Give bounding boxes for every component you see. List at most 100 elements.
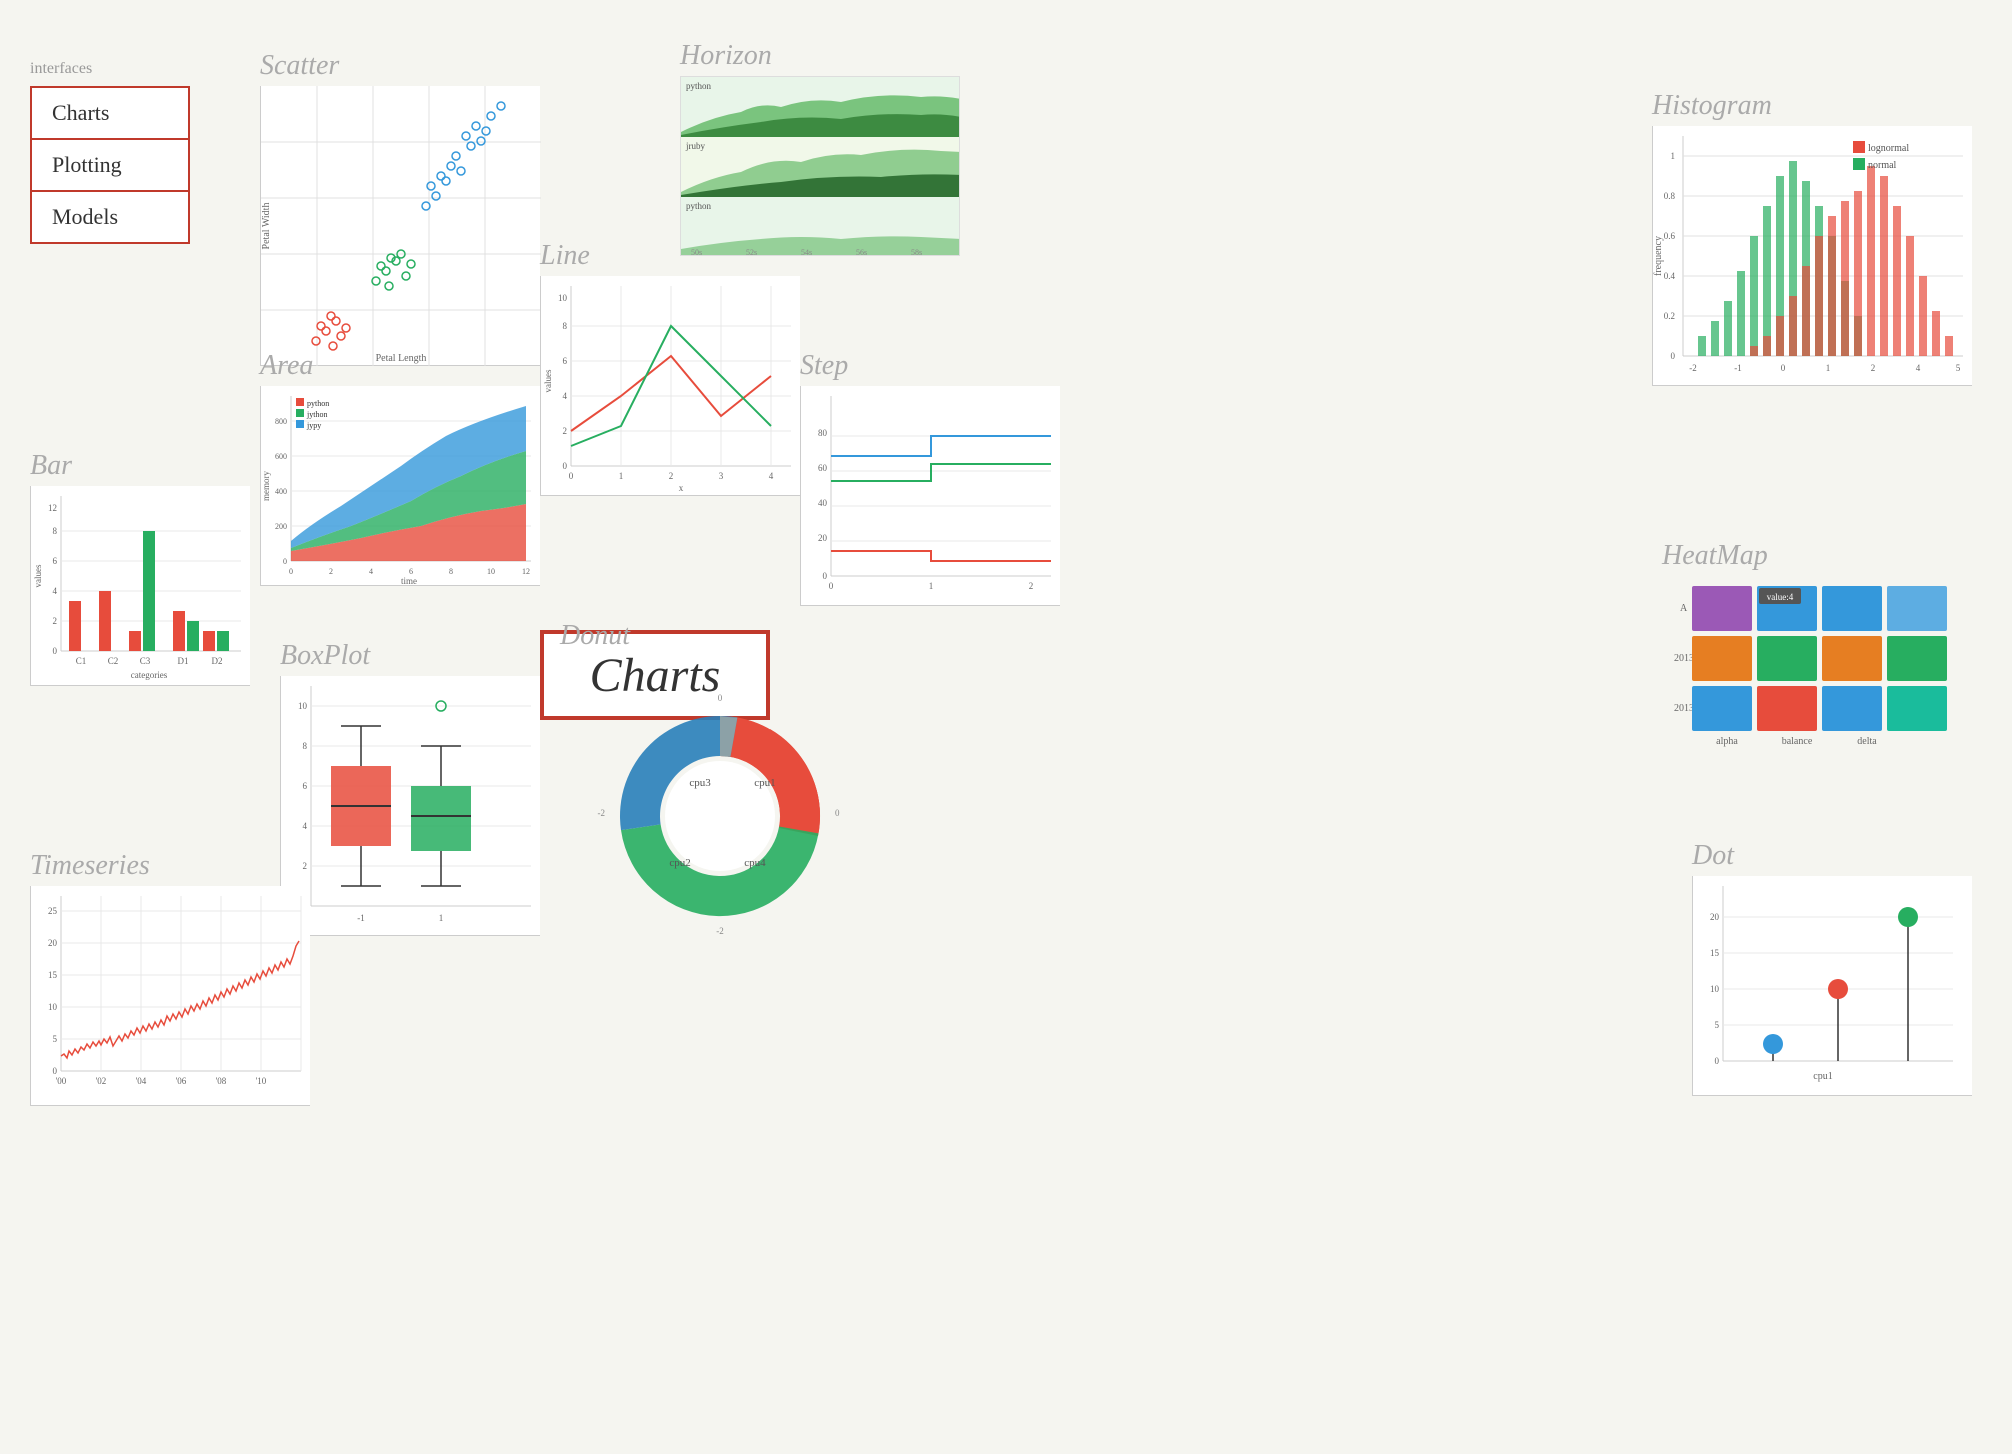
svg-text:'04: '04: [136, 1076, 147, 1086]
svg-text:-2: -2: [1689, 363, 1697, 373]
svg-text:2: 2: [1029, 581, 1034, 591]
svg-text:jypy: jypy: [306, 421, 321, 430]
svg-text:10: 10: [487, 567, 495, 576]
heatmap-title: HeatMap: [1662, 540, 1972, 572]
boxplot-section: BoxPlot: [280, 640, 540, 936]
svg-text:0: 0: [835, 808, 840, 818]
svg-text:1: 1: [929, 581, 934, 591]
svg-text:15: 15: [1710, 948, 1720, 958]
svg-text:4: 4: [53, 586, 58, 596]
svg-text:5: 5: [53, 1034, 58, 1044]
svg-text:alpha: alpha: [1716, 736, 1738, 747]
svg-text:6: 6: [53, 556, 58, 566]
svg-text:0: 0: [53, 1066, 58, 1076]
svg-text:2: 2: [669, 471, 674, 481]
svg-text:2: 2: [1871, 363, 1876, 373]
area-section: Area python jython jypy 0 200 400: [260, 350, 540, 586]
svg-text:cpu1: cpu1: [1813, 1071, 1832, 1082]
nav-item-models[interactable]: Models: [32, 192, 188, 242]
svg-text:python: python: [686, 201, 712, 211]
svg-text:10: 10: [48, 1002, 58, 1012]
svg-text:cpu1: cpu1: [754, 777, 775, 789]
svg-text:'02: '02: [96, 1076, 107, 1086]
svg-text:4: 4: [369, 567, 373, 576]
svg-text:12: 12: [48, 503, 57, 513]
svg-text:1: 1: [1826, 363, 1831, 373]
svg-text:5: 5: [1956, 363, 1961, 373]
svg-text:1: 1: [439, 913, 444, 923]
svg-text:frequency: frequency: [1653, 236, 1664, 276]
svg-text:'10: '10: [256, 1076, 267, 1086]
svg-text:python: python: [686, 81, 712, 91]
svg-text:8: 8: [303, 741, 308, 751]
svg-text:54s: 54s: [801, 248, 812, 256]
svg-text:'08: '08: [216, 1076, 227, 1086]
svg-text:C3: C3: [140, 656, 151, 666]
svg-text:56s: 56s: [856, 248, 867, 256]
step-section: Step 0 20 40 60 80 0 1 2: [800, 350, 1060, 606]
histogram-chart: 0 0.2 0.4 0.6 0.8 1 frequency -2 -1 0 1 …: [1652, 126, 1972, 386]
svg-text:10: 10: [558, 293, 568, 303]
svg-text:0: 0: [823, 571, 828, 581]
svg-text:x: x: [679, 483, 684, 493]
dot-section: Dot 0 5 10 15 20 cpu1: [1692, 840, 1972, 1096]
histogram-title: Histogram: [1652, 90, 1972, 122]
svg-text:40: 40: [818, 498, 828, 508]
svg-text:0.4: 0.4: [1664, 271, 1676, 281]
svg-text:value:4: value:4: [1767, 592, 1794, 602]
donut-chart: cpu1 cpu4 cpu2 cpu3 0 0 -2 -2: [560, 656, 880, 976]
donut-title: Donut: [560, 620, 880, 652]
svg-text:20: 20: [1710, 912, 1720, 922]
svg-text:0: 0: [283, 557, 287, 566]
nav-box: Charts Plotting Models: [30, 86, 190, 244]
svg-text:2013: 2013: [1674, 703, 1694, 714]
svg-text:4: 4: [769, 471, 774, 481]
svg-text:8: 8: [563, 321, 568, 331]
timeseries-chart: 0 5 10 15 20 25 '00 '02 '04 '06 '08 '10: [30, 886, 310, 1106]
svg-text:0: 0: [1671, 351, 1676, 361]
svg-text:jython: jython: [306, 410, 327, 419]
area-title: Area: [260, 350, 540, 382]
svg-text:15: 15: [48, 970, 58, 980]
svg-text:6: 6: [563, 356, 568, 366]
svg-text:5: 5: [1715, 1020, 1720, 1030]
svg-text:delta: delta: [1857, 736, 1877, 747]
svg-text:200: 200: [275, 522, 287, 531]
heatmap-container: A 2013 2013 alpha balance delta value:4: [1662, 576, 1972, 796]
svg-text:cpu2: cpu2: [669, 857, 690, 869]
svg-text:58s: 58s: [911, 248, 922, 256]
svg-text:memory: memory: [261, 471, 271, 501]
svg-text:0.6: 0.6: [1664, 231, 1676, 241]
nav-item-plotting[interactable]: Plotting: [32, 140, 188, 192]
interfaces-label: interfaces: [30, 60, 190, 78]
svg-text:20: 20: [818, 533, 828, 543]
svg-text:python: python: [307, 399, 329, 408]
svg-text:cpu3: cpu3: [689, 777, 711, 789]
svg-text:2: 2: [563, 426, 568, 436]
horizon-chart: python jruby python 50s 52s 54s 56s 58s: [680, 76, 960, 256]
scatter-section: Scatter: [260, 50, 540, 366]
heatmap-svg: A 2013 2013 alpha balance delta value:4: [1662, 576, 1972, 776]
svg-text:6: 6: [409, 567, 413, 576]
svg-text:1: 1: [619, 471, 624, 481]
nav-item-charts[interactable]: Charts: [32, 88, 188, 140]
histogram-section: Histogram: [1652, 90, 1972, 386]
svg-text:0: 0: [563, 461, 568, 471]
svg-text:0: 0: [289, 567, 293, 576]
svg-text:800: 800: [275, 417, 287, 426]
svg-text:-1: -1: [1734, 363, 1742, 373]
svg-text:C2: C2: [108, 656, 119, 666]
svg-text:normal: normal: [1868, 160, 1897, 171]
svg-text:categories: categories: [131, 670, 168, 680]
svg-text:-2: -2: [598, 808, 606, 818]
svg-text:time: time: [401, 576, 417, 586]
bar-title: Bar: [30, 450, 250, 482]
timeseries-title: Timeseries: [30, 850, 310, 882]
svg-text:10: 10: [298, 701, 308, 711]
svg-text:0: 0: [718, 693, 723, 703]
svg-text:20: 20: [48, 938, 58, 948]
svg-text:cpu4: cpu4: [744, 857, 766, 869]
donut-section: Donut cpu1 cpu4 cpu2: [560, 620, 880, 976]
svg-text:lognormal: lognormal: [1868, 143, 1909, 154]
dot-title: Dot: [1692, 840, 1972, 872]
